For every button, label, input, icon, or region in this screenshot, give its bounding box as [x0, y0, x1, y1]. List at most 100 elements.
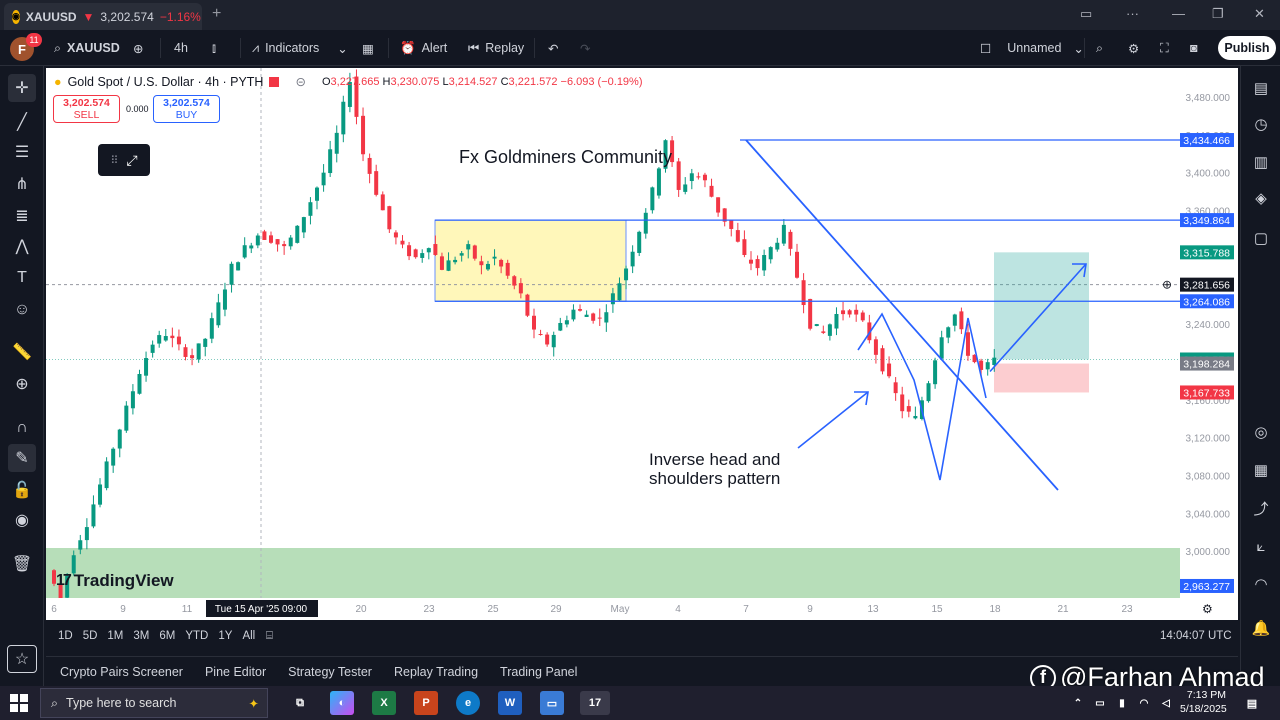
candle-type-icon[interactable]: ⫾: [212, 30, 216, 66]
broadcast-icon[interactable]: ◠: [1249, 572, 1273, 596]
explorer-icon[interactable]: ▭: [540, 691, 564, 715]
tray-wifi-icon[interactable]: ◠: [1132, 691, 1156, 715]
trendline-icon[interactable]: ╱: [8, 108, 36, 136]
publish-button[interactable]: Publish: [1218, 36, 1276, 60]
candle-body: [683, 184, 688, 192]
candle: [387, 205, 392, 233]
drag-handle-icon[interactable]: ⠿: [110, 154, 118, 167]
date-range-icon[interactable]: ⌸: [266, 622, 273, 650]
alert-button[interactable]: ⏰ Alert: [400, 30, 447, 66]
chart-legend[interactable]: ● Gold Spot / U.S. Dollar · 4h · PYTH ⊝ …: [54, 74, 643, 90]
trendline-icon[interactable]: ⤢: [126, 152, 137, 169]
fullscreen-icon[interactable]: ⛶: [1160, 30, 1169, 66]
range-all[interactable]: All: [242, 630, 255, 642]
pitchfork-icon[interactable]: ⋔: [8, 170, 36, 198]
excel-icon[interactable]: X: [372, 691, 396, 715]
templates-icon[interactable]: ▦: [362, 30, 374, 66]
zoom-icon[interactable]: ⊕: [8, 370, 36, 398]
range-3m[interactable]: 3M: [133, 630, 149, 642]
collapse-icon[interactable]: ⊝: [295, 74, 305, 89]
alerts-clock-icon[interactable]: ◷: [1249, 112, 1273, 136]
tray-volume-icon[interactable]: ◁: [1154, 691, 1178, 715]
utc-clock[interactable]: 14:04:07 UTC: [1160, 622, 1232, 650]
panel-tab-replay-trading[interactable]: Replay Trading: [394, 665, 478, 679]
undo-icon[interactable]: ↶: [548, 30, 558, 66]
fib-icon[interactable]: ≣: [8, 202, 36, 230]
new-tab-icon[interactable]: +: [212, 5, 221, 23]
range-1d[interactable]: 1D: [58, 630, 73, 642]
windows-start-icon[interactable]: [10, 694, 28, 712]
candle-body: [768, 247, 773, 260]
indicators-button[interactable]: ⩘ Indicators ⌄: [252, 30, 348, 66]
panel-tab-crypto-pairs-screener[interactable]: Crypto Pairs Screener: [60, 665, 183, 679]
favorites-star-icon[interactable]: ☆: [7, 645, 37, 673]
lock-icon[interactable]: 🔓: [8, 476, 36, 504]
bell-icon[interactable]: 🔔: [1249, 616, 1273, 640]
chart-area[interactable]: Fx Goldminers Community Inverse head and s…: [46, 68, 1238, 620]
ideas-icon[interactable]: ⤴: [1249, 496, 1273, 520]
powerpoint-icon[interactable]: P: [414, 691, 438, 715]
tray-device-icon[interactable]: ▭: [1088, 691, 1112, 715]
candle: [676, 157, 681, 197]
ruler-icon[interactable]: 📏: [8, 338, 36, 366]
range-1y[interactable]: 1Y: [218, 630, 232, 642]
layout-menu[interactable]: ☐ Unnamed ⌄: [980, 30, 1084, 66]
stream-icon[interactable]: ⟀: [1249, 534, 1273, 558]
chat-icon[interactable]: ▢: [1249, 226, 1273, 250]
target-icon[interactable]: ◎: [1249, 420, 1273, 444]
candle-body: [295, 225, 300, 243]
range-5d[interactable]: 5D: [83, 630, 98, 642]
news-icon[interactable]: ▥: [1249, 150, 1273, 174]
chart-canvas[interactable]: Fx Goldminers Community Inverse head ands…: [46, 68, 1238, 620]
range-1m[interactable]: 1M: [107, 630, 123, 642]
crosshair-icon[interactable]: ✛: [8, 74, 36, 102]
compare-add-icon[interactable]: ⊕: [133, 30, 143, 66]
flag-icon[interactable]: [269, 76, 280, 87]
sell-button[interactable]: 3,202.574 SELL: [53, 95, 120, 123]
interval-button[interactable]: 4h: [174, 30, 188, 66]
eye-icon[interactable]: ◉: [8, 506, 36, 534]
range-ytd[interactable]: YTD: [185, 630, 208, 642]
tray-battery-icon[interactable]: ▮: [1110, 691, 1134, 715]
task-view-icon[interactable]: ⧉: [288, 691, 312, 715]
pattern-icon[interactable]: ⋀: [8, 232, 36, 260]
calendar-icon[interactable]: ▦: [1249, 458, 1273, 482]
taskbar-search[interactable]: ⌕ Type here to search ✦: [40, 688, 268, 718]
close-window-icon[interactable]: ✕: [1254, 6, 1265, 22]
taskbar-clock[interactable]: 7:13 PM 5/18/2025: [1180, 688, 1227, 716]
emoji-icon[interactable]: ☺: [8, 296, 36, 324]
restore-icon[interactable]: ❐: [1212, 6, 1224, 22]
symbol-search[interactable]: ⌕ XAUUSD: [54, 30, 120, 66]
tray-chevron-icon[interactable]: ⌃: [1066, 691, 1090, 715]
candle: [400, 235, 405, 249]
watchlist-icon[interactable]: ▤: [1249, 76, 1273, 100]
notification-icon[interactable]: ▤: [1240, 691, 1264, 715]
horizontal-lines-icon[interactable]: ☰: [8, 138, 36, 166]
buy-button[interactable]: 3,202.574 BUY: [153, 95, 220, 123]
layers-icon[interactable]: ◈: [1249, 186, 1273, 210]
minimize-icon[interactable]: —: [1172, 6, 1185, 21]
browser-tab[interactable]: ◉ XAUUSD ▼ 3,202.574 −1.16% ✕: [4, 3, 202, 30]
lock-drawing-icon[interactable]: ✎: [8, 444, 36, 472]
floating-drawing-toolbar[interactable]: ⠿ ⤢: [98, 144, 150, 176]
word-icon[interactable]: W: [498, 691, 522, 715]
magnet-icon[interactable]: ∩: [8, 414, 36, 442]
layout-icon[interactable]: ▭: [1080, 6, 1092, 22]
range-6m[interactable]: 6M: [159, 630, 175, 642]
redo-icon[interactable]: ↷: [580, 30, 590, 66]
tradingview-app-icon[interactable]: 17: [580, 691, 610, 715]
settings-gear-icon[interactable]: ⚙: [1128, 30, 1139, 66]
candle: [637, 230, 642, 257]
quick-search-icon[interactable]: ⌕: [1096, 30, 1103, 66]
panel-tab-trading-panel[interactable]: Trading Panel: [500, 665, 577, 679]
copilot-icon[interactable]: ◐: [330, 691, 354, 715]
more-icon[interactable]: ···: [1126, 6, 1139, 21]
text-tool-icon[interactable]: T: [8, 264, 36, 292]
replay-label: Replay: [485, 41, 525, 55]
edge-icon[interactable]: e: [456, 691, 480, 715]
camera-icon[interactable]: ◙: [1190, 30, 1198, 66]
panel-tab-strategy-tester[interactable]: Strategy Tester: [288, 665, 372, 679]
replay-button[interactable]: ⏮ Replay: [468, 30, 524, 66]
panel-tab-pine-editor[interactable]: Pine Editor: [205, 665, 266, 679]
trash-icon[interactable]: 🗑: [8, 550, 36, 578]
